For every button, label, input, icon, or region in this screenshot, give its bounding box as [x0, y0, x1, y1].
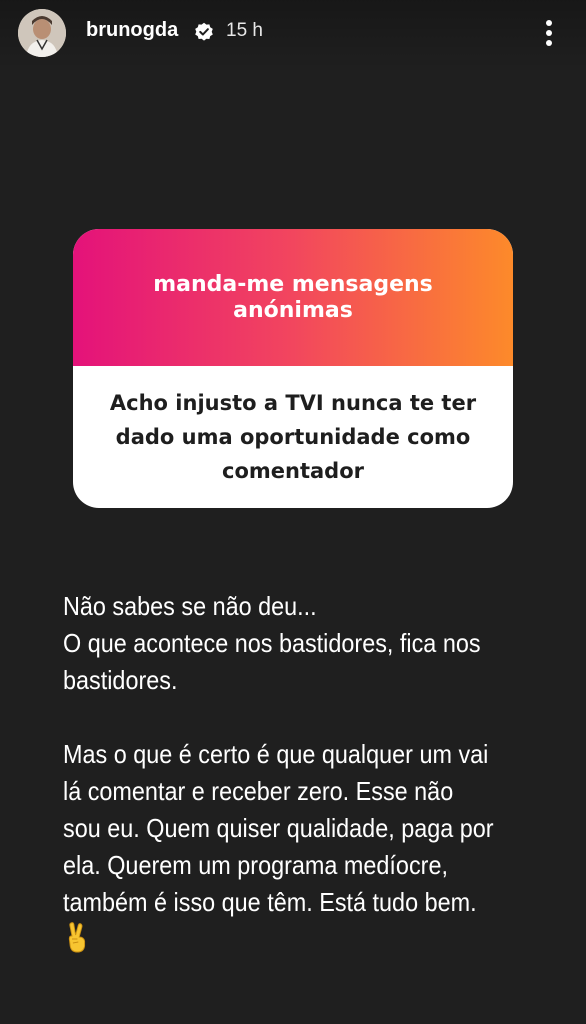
- dot-icon: [546, 20, 552, 26]
- reply-paragraph: Não sabes se não deu... O que acontece n…: [63, 591, 481, 695]
- question-sticker-header: manda-me mensagens anónimas: [73, 229, 513, 366]
- dot-icon: [546, 30, 552, 36]
- reply-paragraph: Mas o que é certo é que qualquer um vai …: [63, 736, 495, 959]
- more-options-icon[interactable]: [536, 16, 562, 50]
- dot-icon: [546, 40, 552, 46]
- profile-avatar[interactable]: [18, 9, 66, 57]
- story-header: brunogda 15 h: [0, 0, 586, 70]
- story-viewer[interactable]: brunogda 15 h manda-me mensagens anónima…: [0, 0, 586, 1024]
- story-reply-text: Não sabes se não deu... O que acontece n…: [63, 588, 495, 959]
- username[interactable]: brunogda: [86, 19, 178, 42]
- question-sticker[interactable]: manda-me mensagens anónimas Acho injusto…: [73, 229, 513, 508]
- reply-paragraph-text: Mas o que é certo é que qualquer um vai …: [63, 739, 494, 917]
- question-prompt: manda-me mensagens anónimas: [153, 271, 433, 323]
- question-sticker-body: Acho injusto a TVI nunca te ter dado uma…: [73, 366, 513, 508]
- verified-badge-icon: [195, 22, 213, 41]
- question-answer: Acho injusto a TVI nunca te ter dado uma…: [109, 391, 477, 483]
- victory-hand-icon: [68, 922, 86, 953]
- post-time: 15 h: [226, 20, 263, 41]
